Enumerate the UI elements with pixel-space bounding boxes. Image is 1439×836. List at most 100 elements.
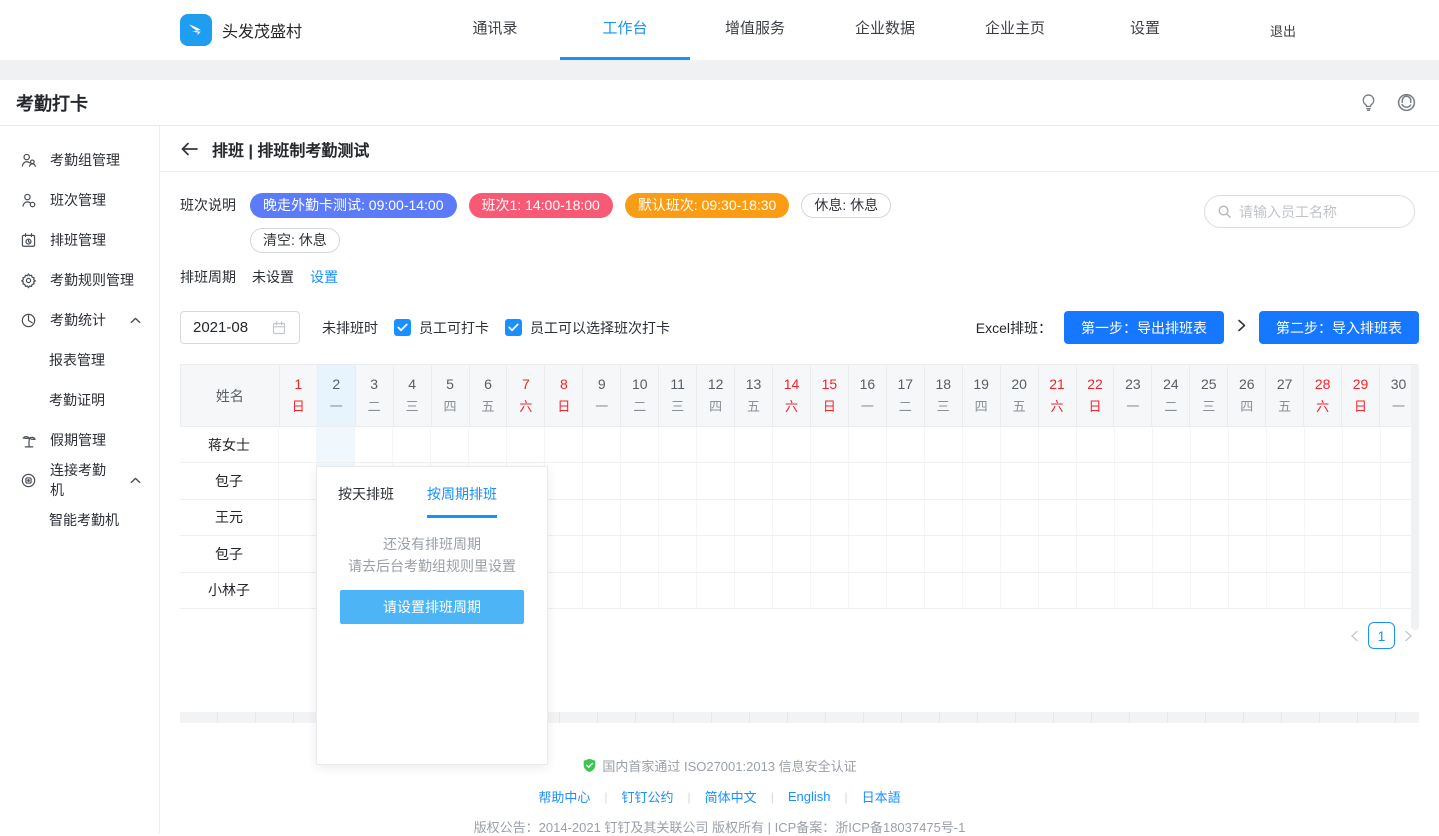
sidebar-subitem[interactable]: 智能考勤机: [0, 500, 159, 540]
schedule-cell[interactable]: [1190, 427, 1228, 462]
cycle-set-link[interactable]: 设置: [310, 267, 338, 287]
import-schedule-button[interactable]: 第二步：导入排班表: [1259, 311, 1419, 344]
schedule-cell[interactable]: [772, 427, 810, 462]
schedule-cell[interactable]: [696, 536, 734, 571]
schedule-cell[interactable]: [354, 427, 392, 462]
schedule-cell[interactable]: [1190, 463, 1228, 498]
schedule-cell[interactable]: [848, 463, 886, 498]
schedule-cell[interactable]: [810, 573, 848, 608]
checkbox-checked-icon[interactable]: [394, 319, 411, 336]
schedule-cell[interactable]: [810, 500, 848, 535]
schedule-cell[interactable]: [734, 536, 772, 571]
schedule-cell[interactable]: [1228, 500, 1266, 535]
schedule-cell[interactable]: [1266, 427, 1304, 462]
month-picker[interactable]: 2021-08: [180, 311, 300, 344]
schedule-cell[interactable]: [658, 427, 696, 462]
schedule-cell[interactable]: [924, 573, 962, 608]
schedule-cell[interactable]: [620, 427, 658, 462]
schedule-cell[interactable]: [1342, 573, 1380, 608]
schedule-cell[interactable]: [1304, 427, 1342, 462]
schedule-cell[interactable]: [886, 573, 924, 608]
schedule-cell[interactable]: [1000, 573, 1038, 608]
sidebar-item[interactable]: 班次管理: [0, 180, 159, 220]
schedule-cell[interactable]: [1228, 573, 1266, 608]
schedule-cell[interactable]: [1266, 500, 1304, 535]
schedule-cell[interactable]: [582, 536, 620, 571]
sidebar-item[interactable]: 排班管理: [0, 220, 159, 260]
schedule-cell[interactable]: [962, 536, 1000, 571]
schedule-cell[interactable]: [962, 427, 1000, 462]
schedule-cell[interactable]: [1000, 536, 1038, 571]
schedule-cell[interactable]: [1076, 573, 1114, 608]
schedule-cell[interactable]: [658, 463, 696, 498]
schedule-cell[interactable]: [544, 536, 582, 571]
schedule-cell[interactable]: [544, 427, 582, 462]
sidebar-subitem[interactable]: 报表管理: [0, 340, 159, 380]
page-number[interactable]: 1: [1368, 622, 1395, 649]
schedule-cell[interactable]: [1038, 573, 1076, 608]
schedule-cell[interactable]: [278, 427, 316, 462]
schedule-cell[interactable]: [278, 573, 316, 608]
schedule-cell[interactable]: [962, 500, 1000, 535]
schedule-cell[interactable]: [696, 500, 734, 535]
schedule-cell[interactable]: [772, 463, 810, 498]
sidebar-subitem[interactable]: 考勤证明: [0, 380, 159, 420]
schedule-cell[interactable]: [886, 500, 924, 535]
sidebar-item[interactable]: 考勤规则管理: [0, 260, 159, 300]
schedule-cell[interactable]: [1304, 463, 1342, 498]
schedule-cell[interactable]: [696, 463, 734, 498]
schedule-cell[interactable]: [1152, 536, 1190, 571]
popup-tab[interactable]: 按周期排班: [427, 484, 497, 518]
schedule-cell[interactable]: [1076, 500, 1114, 535]
schedule-cell[interactable]: [544, 463, 582, 498]
schedule-cell[interactable]: [772, 536, 810, 571]
schedule-cell[interactable]: [924, 536, 962, 571]
sidebar-item[interactable]: 考勤统计: [0, 300, 159, 340]
schedule-cell[interactable]: [1000, 500, 1038, 535]
schedule-cell[interactable]: [1114, 500, 1152, 535]
checkbox-checked-icon[interactable]: [505, 319, 522, 336]
schedule-cell[interactable]: [620, 463, 658, 498]
vertical-scrollbar[interactable]: [1411, 364, 1419, 630]
schedule-cell[interactable]: [772, 573, 810, 608]
footer-link[interactable]: 钉钉公约: [622, 787, 674, 806]
sidebar-item[interactable]: 连接考勤机: [0, 460, 159, 500]
schedule-cell[interactable]: [658, 500, 696, 535]
schedule-cell[interactable]: [1152, 500, 1190, 535]
search-input[interactable]: [1239, 204, 1389, 220]
schedule-cell[interactable]: [1190, 536, 1228, 571]
schedule-cell[interactable]: [1152, 573, 1190, 608]
footer-link[interactable]: 日本語: [862, 787, 901, 806]
schedule-cell[interactable]: [1304, 500, 1342, 535]
schedule-cell[interactable]: [582, 573, 620, 608]
schedule-cell[interactable]: [620, 536, 658, 571]
schedule-cell[interactable]: [696, 573, 734, 608]
schedule-cell[interactable]: [278, 463, 316, 498]
schedule-cell[interactable]: [1342, 536, 1380, 571]
schedule-cell[interactable]: [582, 500, 620, 535]
schedule-cell[interactable]: [1114, 573, 1152, 608]
schedule-cell[interactable]: [810, 427, 848, 462]
footer-link[interactable]: 帮助中心: [538, 787, 590, 806]
schedule-cell[interactable]: [1342, 500, 1380, 535]
schedule-cell[interactable]: [1266, 536, 1304, 571]
schedule-cell[interactable]: [924, 463, 962, 498]
schedule-cell[interactable]: [962, 573, 1000, 608]
nav-item[interactable]: 企业主页: [950, 0, 1080, 60]
schedule-cell[interactable]: [1266, 573, 1304, 608]
schedule-cell[interactable]: [1190, 573, 1228, 608]
schedule-cell[interactable]: [1038, 427, 1076, 462]
schedule-cell[interactable]: [734, 500, 772, 535]
nav-item[interactable]: 设置: [1080, 0, 1210, 60]
nav-item[interactable]: 企业数据: [820, 0, 950, 60]
schedule-cell[interactable]: [734, 463, 772, 498]
customer-service-icon[interactable]: [1396, 92, 1417, 113]
prev-page-icon[interactable]: [1350, 630, 1359, 642]
schedule-cell[interactable]: [278, 500, 316, 535]
schedule-cell[interactable]: [1038, 500, 1076, 535]
schedule-cell[interactable]: [810, 463, 848, 498]
schedule-cell[interactable]: [848, 427, 886, 462]
set-cycle-button[interactable]: 请设置排班周期: [340, 590, 524, 624]
schedule-cell[interactable]: [962, 463, 1000, 498]
schedule-cell[interactable]: [1152, 427, 1190, 462]
